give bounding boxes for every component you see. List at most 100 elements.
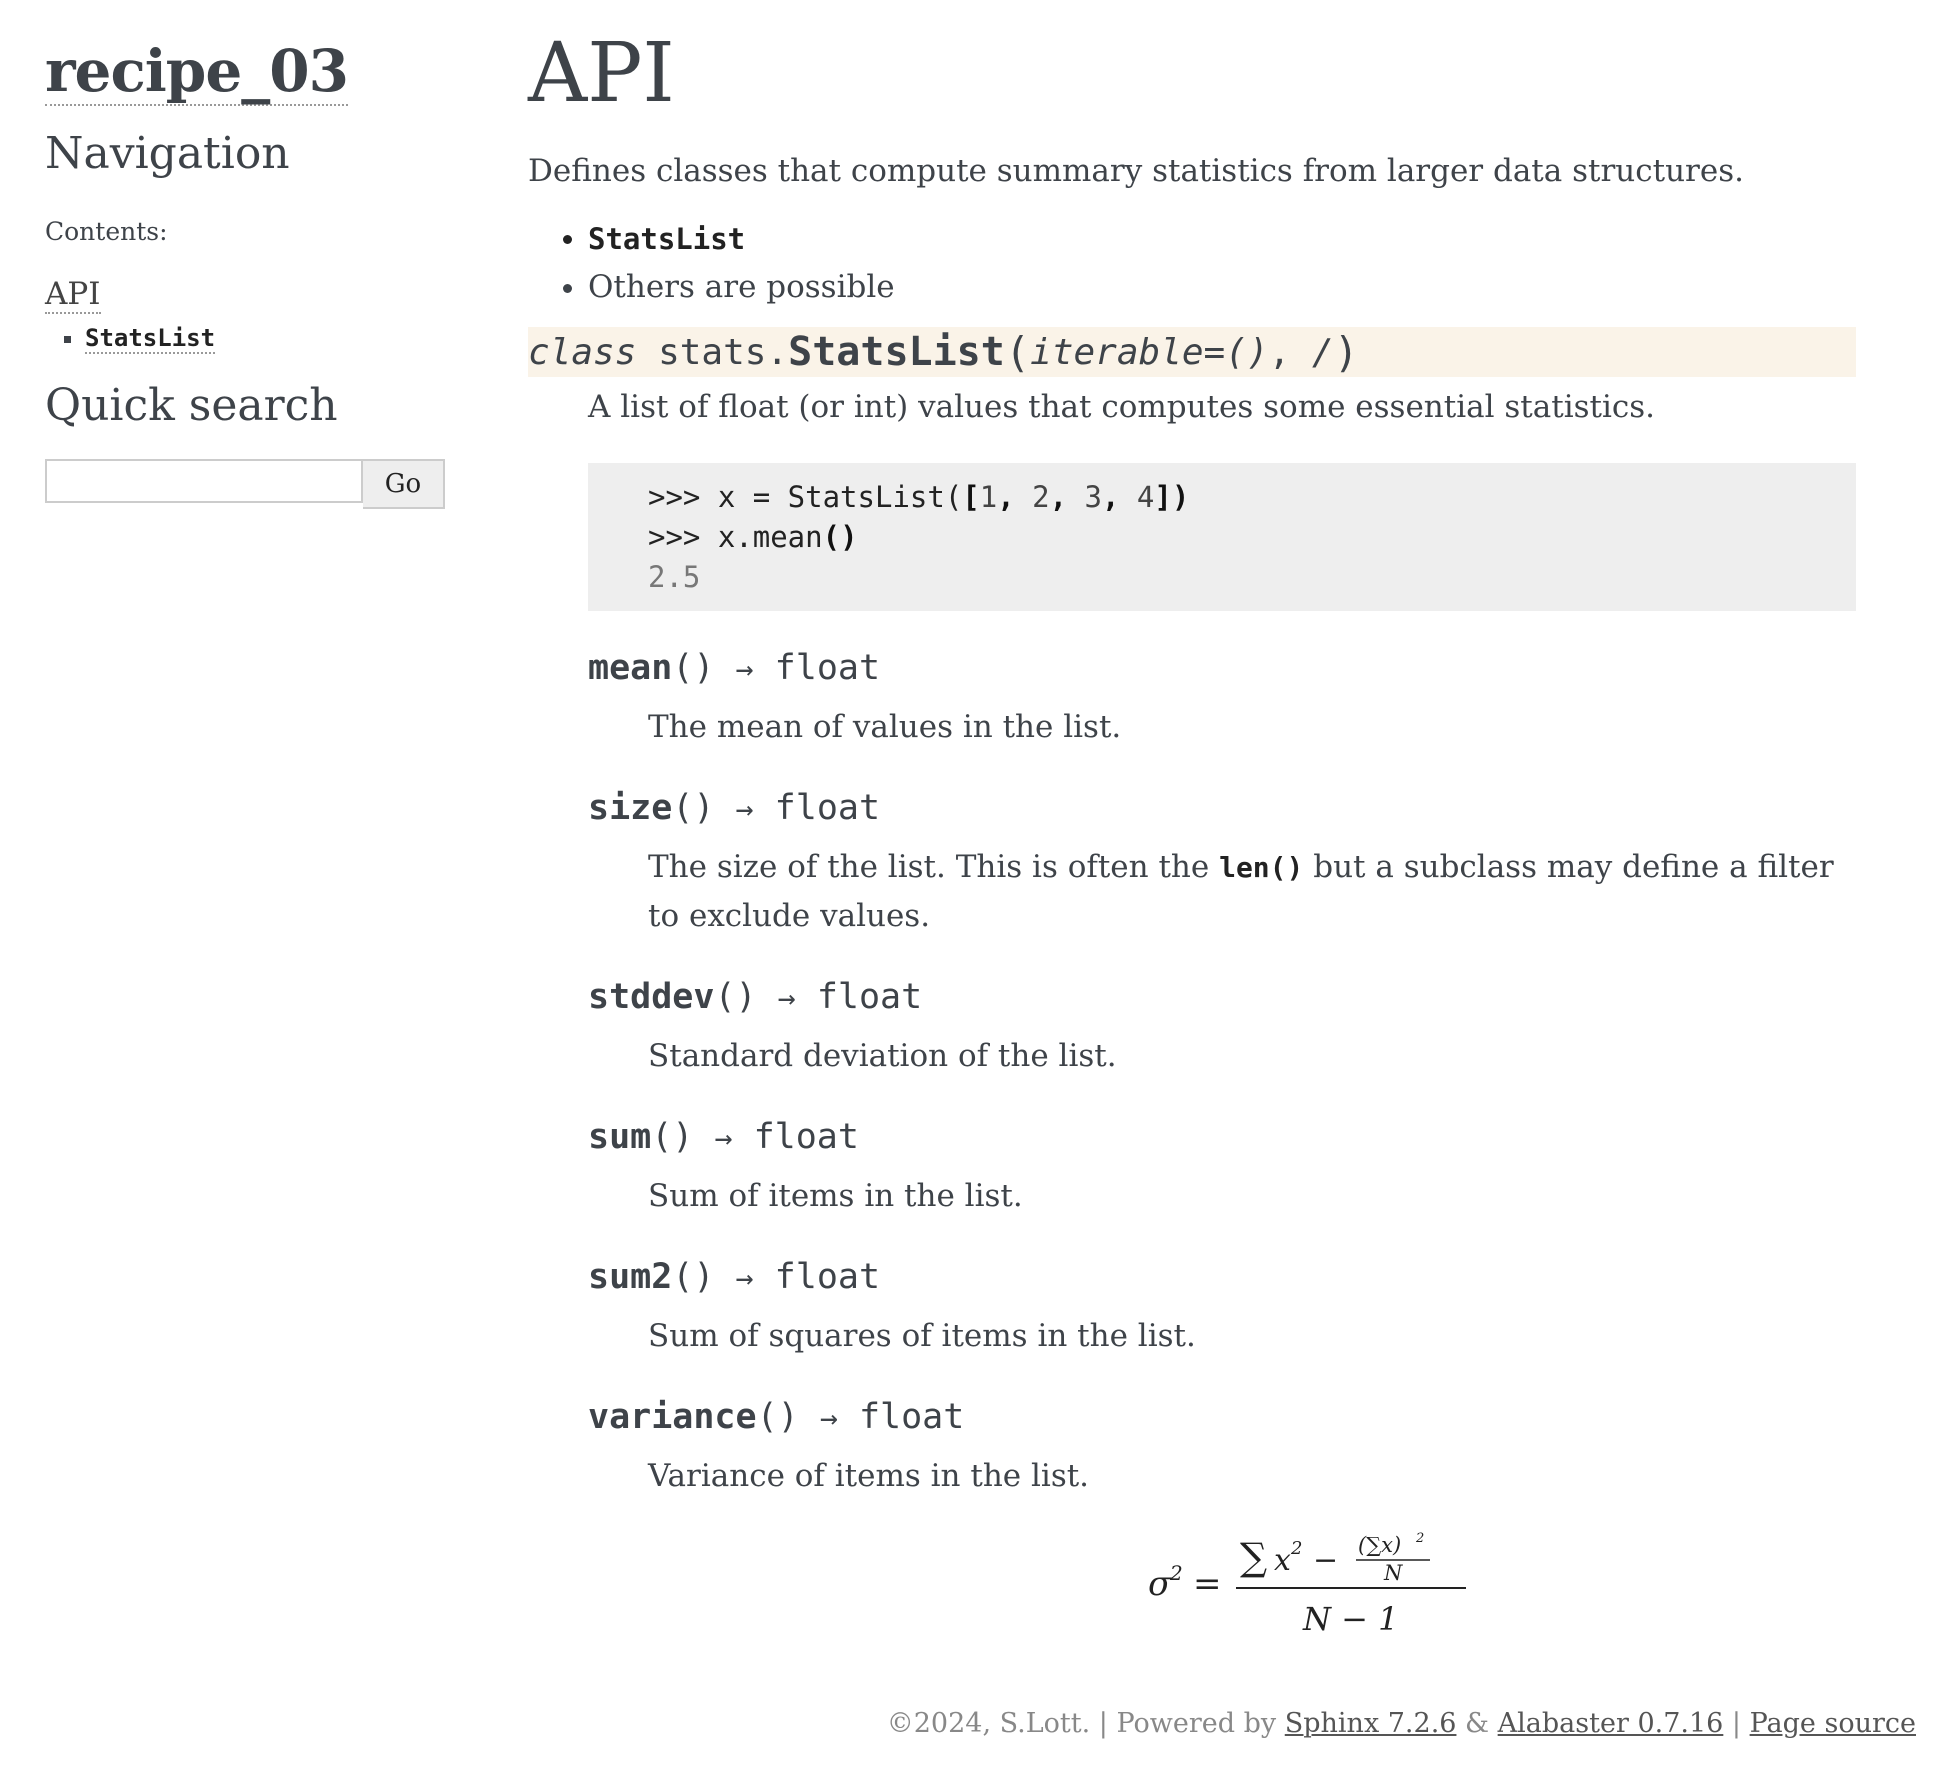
alabaster-link[interactable]: Alabaster 0.7.16 (1498, 1708, 1724, 1739)
return-type: float (753, 1117, 859, 1158)
formula-x: x (1274, 1543, 1291, 1578)
contents-label: Contents: (45, 216, 168, 246)
intro-paragraph: Defines classes that compute summary sta… (528, 153, 1744, 190)
method-description: The size of the list. This is often the … (648, 843, 1856, 940)
method-parens: () (651, 1117, 694, 1158)
class-slash: / (1311, 331, 1334, 373)
method-mean: mean() → float The mean of values in the… (588, 643, 1856, 751)
class-module: stats. (658, 331, 789, 373)
code-bracket: ]) (1154, 480, 1190, 515)
class-param-sep: , (1268, 331, 1291, 373)
sidebar: recipe_03 Navigation Contents: API Stats… (45, 39, 465, 509)
code-prompt: >>> (648, 520, 718, 555)
class-param: iterable=() (1030, 331, 1269, 373)
formula-inner-exp: 2 (1415, 1531, 1424, 1546)
return-type: float (774, 1257, 881, 1298)
return-arrow: → (777, 981, 796, 1017)
method-description: Sum of squares of items in the list. (648, 1318, 1196, 1355)
bullet-list: StatsList Others are possible (528, 215, 1856, 311)
code-text: x = StatsList( (717, 480, 963, 515)
return-arrow: → (735, 652, 754, 688)
formula-minus: − (1313, 1543, 1338, 1578)
code-example: >>> x = StatsList([1, 2, 3, 4]) >>> x.me… (588, 463, 1856, 612)
class-close-paren: ) (1333, 327, 1359, 377)
method-signature: size() → float (588, 783, 1856, 835)
logo-link[interactable]: recipe_03 (45, 39, 349, 106)
method-description: The mean of values in the list. (648, 709, 1122, 746)
method-stddev: stddev() → float Standard deviation of t… (588, 972, 1856, 1080)
sphinx-link[interactable]: Sphinx 7.2.6 (1285, 1708, 1457, 1739)
method-parens: () (672, 1257, 715, 1298)
code-line-2: >>> x.mean() (648, 517, 1796, 557)
quick-search-heading: Quick search (45, 379, 338, 431)
method-name: sum2 (588, 1257, 673, 1298)
formula-sigma-exp: 2 (1169, 1561, 1183, 1585)
desc-text: The size of the list. This is often the (648, 849, 1220, 886)
method-parens: () (672, 788, 715, 829)
code-number: 1 (979, 480, 998, 515)
page-title: API (528, 26, 675, 121)
method-sum2: sum2() → float Sum of squares of items i… (588, 1252, 1856, 1360)
formula-inner-numerator: (∑x) (1358, 1533, 1401, 1557)
code-text: x.mean (717, 520, 823, 555)
code-bracket: [ (962, 480, 980, 515)
method-signature: sum() → float (588, 1112, 1856, 1164)
toc-link-statslist[interactable]: StatsList (85, 323, 216, 354)
footer: ©2024, S.Lott. | Powered by Sphinx 7.2.6… (887, 1708, 1916, 1739)
method-variance: variance() → float Variance of items in … (588, 1392, 1856, 1500)
toc-sublist: StatsList (45, 323, 465, 354)
method-name: stddev (588, 977, 715, 1018)
method-size: size() → float The size of the list. Thi… (588, 783, 1856, 940)
go-button[interactable]: Go (363, 458, 445, 509)
method-signature: mean() → float (588, 643, 1856, 695)
return-type: float (858, 1397, 965, 1438)
formula-sum-symbol: ∑ (1240, 1535, 1267, 1579)
inline-code: len() (1219, 851, 1304, 885)
code-number: 3 (1084, 480, 1102, 515)
formula-x-exp: 2 (1290, 1538, 1302, 1559)
search-input[interactable] (45, 458, 363, 503)
code-line-1: >>> x = StatsList([1, 2, 3, 4]) (648, 480, 1190, 515)
method-description: Standard deviation of the list. (648, 1038, 1117, 1075)
method-parens: () (672, 648, 715, 689)
navigation-heading: Navigation (45, 127, 290, 179)
toc-link-api[interactable]: API (45, 276, 101, 314)
class-description: A list of float (or int) values that com… (528, 389, 1856, 1644)
footer-amp: & (1456, 1708, 1498, 1739)
class-open-paren: ( (1004, 327, 1031, 377)
method-signature: variance() → float (588, 1392, 1856, 1444)
class-name: StatsList (788, 329, 1005, 376)
formula-inner-denominator: N (1383, 1561, 1403, 1585)
method-description: Sum of items in the list. (648, 1178, 1023, 1215)
method-name: size (588, 788, 673, 829)
return-arrow: → (819, 1401, 838, 1437)
method-name: sum (588, 1117, 652, 1158)
return-arrow: → (735, 792, 754, 828)
class-signature: class stats. StatsList(iterable=(), /) (528, 327, 1856, 378)
method-signature: sum2() → float (588, 1252, 1856, 1304)
return-arrow: → (735, 1261, 754, 1297)
main-content: API Defines classes that compute summary… (528, 25, 1856, 1644)
method-sum: sum() → float Sum of items in the list. (588, 1112, 1856, 1220)
code-output: 2.5 (648, 560, 701, 595)
toc-item-statslist: StatsList (85, 323, 465, 354)
code-number: 4 (1136, 480, 1155, 515)
formula-sigma: σ (1148, 1564, 1172, 1604)
page-source-link[interactable]: Page source (1750, 1708, 1916, 1739)
return-type: float (774, 648, 881, 689)
method-signature: stddev() → float (588, 972, 1856, 1024)
footer-copyright: ©2024, S.Lott. | Powered by (886, 1708, 1285, 1739)
code-parens: () (822, 520, 858, 555)
method-parens: () (714, 977, 757, 1018)
return-type: float (774, 788, 881, 829)
method-description: Variance of items in the list. (648, 1458, 1090, 1495)
formula-denominator: N − 1 (1302, 1600, 1399, 1638)
footer-separator: | (1723, 1708, 1750, 1739)
return-arrow: → (714, 1121, 733, 1157)
variance-formula: σ 2 = ∑ x 2 − (∑x) 2 N N − 1 (1148, 1530, 1856, 1644)
search-form: Go (45, 458, 465, 509)
method-parens: () (756, 1397, 799, 1438)
code-number: 2 (1032, 480, 1050, 515)
return-type: float (816, 977, 923, 1018)
method-name: mean (588, 648, 673, 689)
